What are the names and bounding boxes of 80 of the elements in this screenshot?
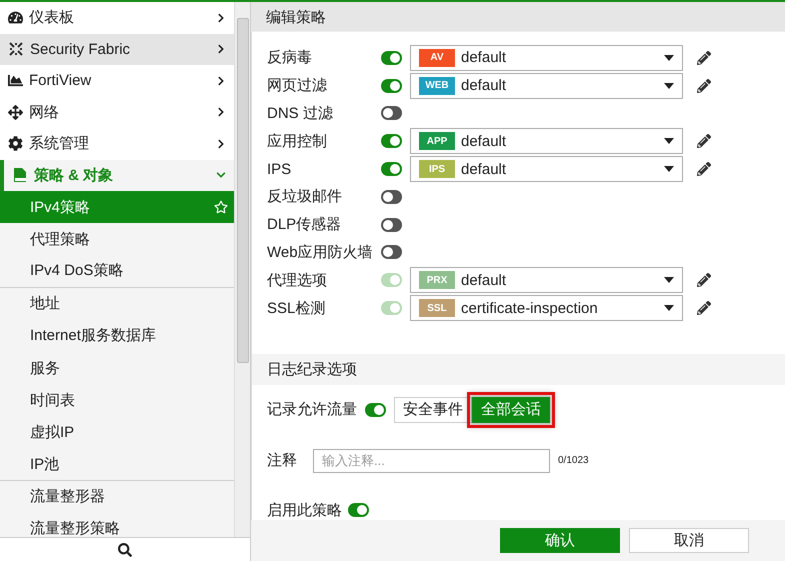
profile-dropdown[interactable]: APP default — [410, 128, 683, 154]
toggle-switch[interactable] — [381, 245, 402, 260]
profile-dropdown[interactable]: AV default — [410, 44, 683, 71]
confirm-button[interactable]: 确认 — [500, 528, 620, 553]
toggle-switch[interactable] — [381, 106, 402, 120]
field-label: 注释 — [267, 451, 298, 470]
field-label: 应用控制 — [267, 132, 328, 151]
field-label: SSL检测 — [267, 298, 326, 318]
submenu-item[interactable]: Internet服务数据库 — [0, 320, 234, 352]
menu-item[interactable]: Security Fabric — [0, 34, 234, 65]
pencil-icon[interactable] — [697, 78, 711, 93]
toggle-switch[interactable] — [381, 190, 402, 204]
toggle-switch[interactable] — [381, 218, 402, 232]
profile-tag: PRX — [419, 271, 455, 290]
submenu-item[interactable]: 虚拟IP — [0, 416, 234, 448]
chevron-down-icon — [216, 170, 226, 180]
move-icon — [8, 104, 23, 120]
pencil-icon[interactable] — [697, 301, 711, 316]
submenu-item[interactable]: 代理策略 — [0, 223, 234, 256]
caret-icon — [664, 138, 674, 144]
caret-icon — [664, 277, 674, 284]
profile-tag: AV — [419, 48, 455, 67]
field-label: 启用此策略 — [267, 500, 342, 520]
profile-tag: SSL — [419, 299, 455, 318]
caret-icon — [664, 82, 674, 89]
pencil-icon[interactable] — [697, 162, 711, 176]
toggle-switch[interactable] — [381, 50, 402, 65]
chevron-right-icon — [216, 12, 226, 23]
profile-tag: APP — [419, 132, 455, 150]
panel-title: 编辑策略 — [251, 2, 785, 32]
toggle-switch[interactable] — [381, 78, 402, 93]
pencil-icon[interactable] — [697, 273, 711, 288]
menu-item[interactable]: 策略 & 对象 — [0, 160, 234, 191]
field-label: Web应用防火墙 — [267, 242, 374, 262]
comment-field[interactable]: 输入注释... — [313, 448, 550, 473]
caret-icon — [664, 166, 674, 172]
field-label: IPS — [267, 160, 292, 178]
caret-icon — [664, 305, 674, 312]
pencil-icon[interactable] — [697, 134, 711, 148]
toggle-switch[interactable] — [348, 503, 369, 518]
submenu-item[interactable]: IPv4 DoS策略 — [0, 255, 234, 288]
field-label: 反病毒 — [267, 48, 313, 68]
chevron-right-icon — [216, 44, 226, 54]
submenu-item[interactable]: IPv4策略 — [0, 191, 234, 224]
field-label: 网页过滤 — [267, 76, 328, 96]
field-label: 记录允许流量 — [267, 400, 357, 420]
toggle-switch[interactable] — [381, 134, 402, 148]
chart-icon — [8, 73, 23, 88]
submenu-item[interactable]: 地址 — [0, 288, 234, 320]
profile-dropdown[interactable]: WEB default — [410, 72, 683, 99]
chevron-right-icon — [216, 76, 226, 86]
caret-icon — [664, 54, 674, 61]
dashboard-icon — [8, 10, 23, 26]
profile-tag: IPS — [419, 160, 455, 178]
chevron-right-icon — [216, 138, 226, 149]
profile-tag: WEB — [419, 76, 455, 95]
field-label: DLP传感器 — [267, 215, 342, 234]
submenu-item[interactable]: IP池 — [0, 448, 234, 481]
scrollbar[interactable] — [234, 2, 250, 537]
section-header: 日志纪录选项 — [252, 354, 785, 385]
submenu-item[interactable]: 服务 — [0, 352, 234, 384]
field-label: 代理选项 — [267, 270, 328, 290]
segment-option[interactable]: 安全事件 — [394, 396, 472, 423]
submenu-item[interactable]: 流量整形器 — [0, 480, 234, 513]
pencil-icon[interactable] — [697, 50, 711, 65]
field-label: DNS 过滤 — [267, 104, 334, 123]
toggle-switch[interactable] — [381, 162, 402, 176]
chevron-right-icon — [216, 107, 226, 118]
profile-dropdown[interactable]: IPS default — [410, 156, 683, 182]
gear-icon — [8, 136, 23, 152]
character-counter: 0/1023 — [558, 455, 589, 466]
submenu-item[interactable]: 时间表 — [0, 384, 234, 416]
search-icon — [118, 542, 132, 556]
field-label: 反垃圾邮件 — [267, 187, 343, 206]
toggle-switch[interactable] — [365, 402, 386, 417]
document-icon — [12, 167, 28, 184]
submenu-item[interactable]: 流量整形策略 — [0, 512, 234, 537]
fabric-icon — [8, 41, 24, 58]
star-icon[interactable] — [214, 200, 228, 214]
cancel-button[interactable]: 取消 — [629, 528, 749, 553]
